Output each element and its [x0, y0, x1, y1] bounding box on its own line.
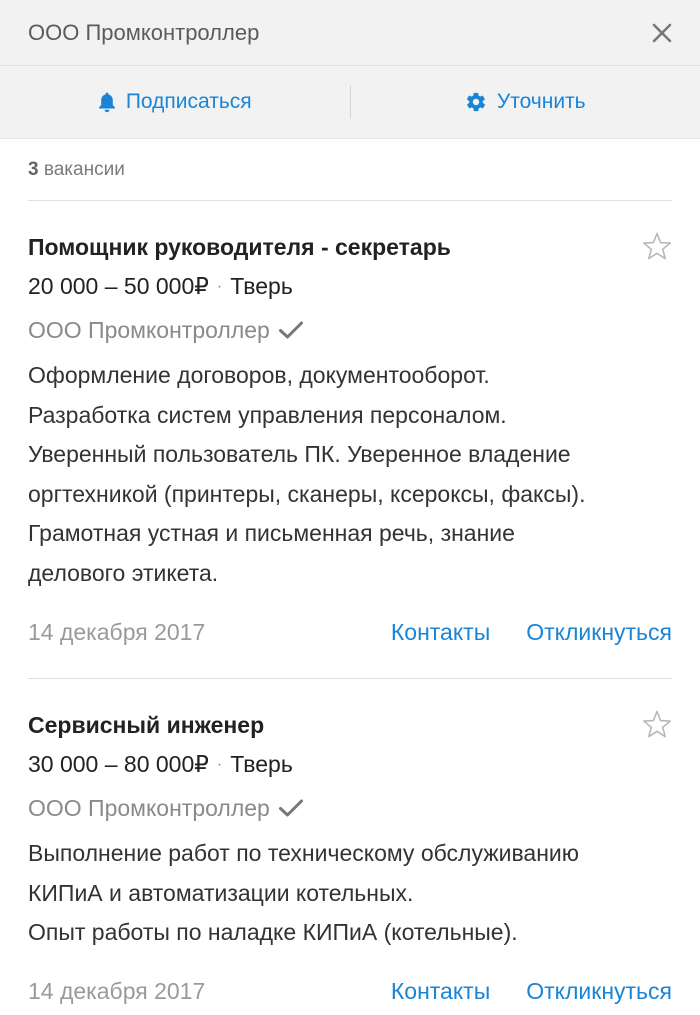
vacancy-title[interactable]: Помощник руководителя - секретарь: [28, 231, 612, 263]
vacancy-salary: 30 000 – 80 000₽: [28, 751, 209, 777]
description-line: Разработка систем управления персоналом.: [28, 401, 507, 428]
vacancy-salary: 20 000 – 50 000₽: [28, 273, 209, 299]
vacancy-card: Помощник руководителя - секретарь 20 000…: [0, 201, 700, 654]
vacancy-meta: 30 000 – 80 000₽ · Тверь: [28, 748, 672, 784]
description-line: оргтехникой (принтеры, сканеры, ксероксы…: [28, 480, 586, 507]
vacancy-title[interactable]: Сервисный инженер: [28, 709, 612, 741]
header: ООО Промконтроллер: [0, 0, 700, 66]
description-line: Уверенный пользователь ПК. Уверенное вла…: [28, 441, 571, 467]
vacancy-meta: 20 000 – 50 000₽ · Тверь: [28, 270, 672, 306]
contacts-button[interactable]: Контакты: [391, 619, 490, 646]
action-bar: Подписаться Уточнить: [0, 66, 700, 139]
description-line: Опыт работы по наладке КИПиА (котельные)…: [28, 919, 518, 945]
vacancy-company[interactable]: ООО Промконтроллер: [28, 314, 672, 346]
description-line: КИПиА и автоматизации котельных.: [28, 879, 414, 906]
company-name: ООО Промконтроллер: [28, 317, 270, 343]
vacancy-footer: 14 декабря 2017 Контакты Откликнуться: [28, 970, 672, 1014]
page: ООО Промконтроллер Подписаться Уточнить …: [0, 0, 700, 1015]
vacancy-card: Сервисный инженер 30 000 – 80 000₽ · Тверь…: [0, 679, 700, 1014]
meta-separator: ·: [216, 756, 223, 773]
vacancy-date: 14 декабря 2017: [28, 618, 206, 645]
results-count-number: 3: [28, 159, 39, 180]
vacancy-city: Тверь: [230, 273, 293, 299]
vacancy-company[interactable]: ООО Промконтроллер: [28, 792, 672, 824]
subscribe-label: Подписаться: [125, 90, 252, 113]
results-count: 3 вакансии: [0, 139, 700, 181]
results-count-text: вакансии: [43, 159, 125, 180]
bell-icon: [98, 92, 115, 113]
vacancy-footer: 14 декабря 2017 Контакты Откликнуться: [28, 610, 672, 654]
description-line: Грамотная устная и письменная речь, знан…: [28, 520, 515, 546]
vacancy-description: Оформление договоров, документооборот. Р…: [28, 356, 672, 593]
description-line: Оформление договоров, документооборот.: [28, 362, 490, 388]
description-line: делового этикета.: [28, 559, 219, 586]
favorite-star-icon[interactable]: [640, 230, 674, 264]
subscribe-button[interactable]: Подписаться: [0, 66, 350, 138]
description-line: Выполнение работ по техническому обслужи…: [28, 840, 579, 866]
verified-check-icon: [278, 321, 303, 339]
respond-button[interactable]: Откликнуться: [526, 619, 672, 646]
vacancy-description: Выполнение работ по техническому обслужи…: [28, 834, 672, 953]
respond-button[interactable]: Откликнуться: [526, 978, 672, 1005]
favorite-star-icon[interactable]: [640, 708, 674, 742]
refine-button[interactable]: Уточнить: [351, 66, 700, 138]
vacancy-city: Тверь: [230, 751, 293, 777]
contacts-button[interactable]: Контакты: [391, 978, 490, 1005]
close-icon: [652, 23, 672, 42]
refine-label: Уточнить: [496, 90, 586, 113]
close-button[interactable]: [644, 15, 680, 51]
vacancy-date: 14 декабря 2017: [28, 978, 206, 1004]
meta-separator: ·: [216, 278, 223, 295]
gear-icon: [466, 92, 485, 112]
company-name: ООО Промконтроллер: [28, 795, 270, 821]
header-title: ООО Промконтроллер: [28, 19, 260, 45]
verified-check-icon: [278, 799, 303, 817]
